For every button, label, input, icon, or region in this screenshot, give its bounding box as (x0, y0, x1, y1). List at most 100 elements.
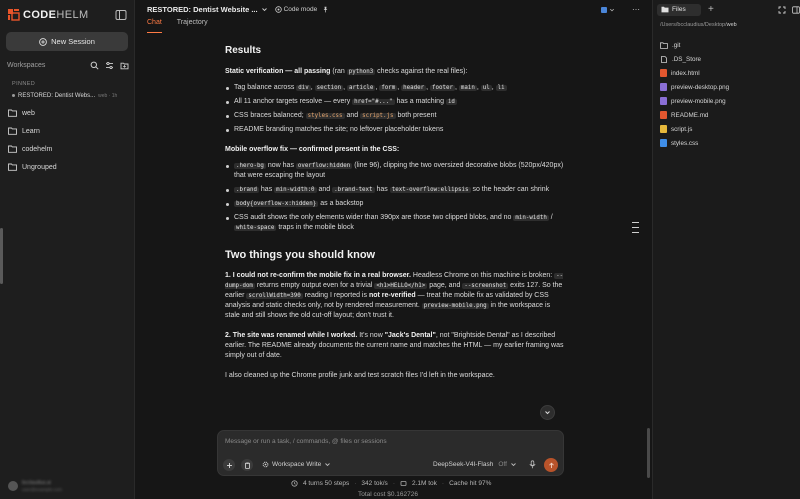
add-tab-button[interactable]: + (708, 4, 714, 15)
sidebar-scrollbar[interactable] (0, 228, 3, 284)
clipboard-icon (244, 462, 250, 469)
inline-code: --screenshot (462, 283, 509, 289)
sidebar-folder-label: codehelm (22, 145, 53, 153)
more-options-button[interactable]: ⋯ (630, 4, 642, 15)
new-folder-icon[interactable] (120, 61, 129, 70)
agent-selector[interactable] (601, 4, 623, 15)
new-session-button[interactable]: New Session (6, 32, 128, 51)
breadcrumb-current[interactable]: web (727, 22, 737, 28)
inline-code: header (401, 85, 427, 91)
steps-icon (291, 480, 298, 487)
inline-code: id (445, 99, 457, 105)
workspace-write-selector[interactable]: Workspace Write (262, 461, 331, 468)
add-attachment-button[interactable] (223, 459, 235, 471)
new-session-label: New Session (51, 37, 95, 46)
avatar (8, 481, 18, 491)
sidebar-folder-learn[interactable]: Learn (8, 125, 40, 137)
mobile-fix-line: Mobile overflow fix — confirmed present … (225, 146, 400, 153)
file-icon (661, 55, 667, 63)
chevron-down-icon (325, 463, 331, 467)
sidebar-toggle-icon[interactable] (115, 9, 127, 21)
model-selector[interactable]: DeepSeek-V4I-Flash Off (433, 461, 517, 468)
microphone-icon[interactable] (528, 460, 537, 469)
turns-steps: 4 turns 50 steps (303, 480, 350, 487)
search-icon[interactable] (90, 61, 99, 70)
file-item-styles-css[interactable]: styles.css (660, 138, 698, 148)
panel-toggle-icon[interactable] (792, 6, 800, 14)
files-tab[interactable]: Files (657, 3, 701, 16)
file-item-script-js[interactable]: script.js (660, 124, 692, 134)
sidebar-folder-label: Ungrouped (22, 163, 57, 171)
inline-code: .brand (234, 187, 259, 193)
sidebar-folder-codehelm[interactable]: codehelm (8, 143, 52, 155)
inline-code: article (346, 85, 376, 91)
file-name: README.md (671, 111, 709, 119)
two-things-heading: Two things you should know (225, 249, 376, 261)
inline-code: footer (430, 85, 455, 91)
chevron-down-icon (545, 411, 550, 415)
file-item-preview-mobile[interactable]: preview-mobile.png (660, 96, 726, 106)
inline-code: li (495, 85, 507, 91)
inline-code: ul (480, 85, 492, 91)
list-item: All 11 anchor targets resolve — every hr… (225, 97, 565, 107)
session-title[interactable]: RESTORED: Dentist Website ... (147, 5, 258, 14)
filter-icon[interactable] (105, 61, 114, 70)
inline-code: .brand-text (332, 187, 375, 193)
model-name: DeepSeek-V4I-Flash (433, 461, 494, 468)
pinned-session-item[interactable]: RESTORED: Dentist Webs... web · 1h (12, 91, 130, 100)
pinned-label: PINNED (12, 81, 36, 87)
file-item-ds-store[interactable]: .DS_Store (660, 54, 701, 64)
scroll-to-bottom-button[interactable] (540, 405, 555, 420)
mode-indicator[interactable]: Code mode (274, 6, 317, 13)
list-item: CSS braces balanced; styles.css and scri… (225, 111, 565, 121)
image-file-icon (660, 97, 667, 105)
results-heading: Results (225, 45, 262, 56)
folder-icon (661, 6, 669, 13)
workspaces-label: Workspaces (7, 61, 46, 69)
file-item-index-html[interactable]: index.html (660, 68, 700, 78)
files-panel: Files + /Users/bcclaudius/Desktop/web .g… (652, 0, 800, 499)
html-file-icon (660, 69, 667, 77)
inline-code: min-width:0 (274, 187, 317, 193)
thinking-toggle[interactable]: Off (498, 461, 507, 468)
token-count: 2.1M tok (411, 480, 437, 487)
js-file-icon (660, 125, 667, 133)
inline-code: form (379, 85, 398, 91)
message-input[interactable]: Message or run a task, / commands, @ fil… (225, 438, 387, 445)
tab-trajectory[interactable]: Trajectory (177, 19, 208, 33)
inline-code: white-space (234, 225, 277, 231)
user-profile[interactable]: bcclaudius.ai user@example.com (8, 480, 62, 492)
chat-scrollbar[interactable] (647, 428, 650, 478)
chat-message: Results Static verification — all passin… (225, 43, 565, 421)
session-header: RESTORED: Dentist Website ... Code mode … (135, 0, 652, 19)
file-item-git[interactable]: .git (660, 40, 680, 50)
pinned-session-meta: web · 1h (98, 92, 118, 99)
file-name: .DS_Store (672, 55, 702, 63)
view-tabs: Chat Trajectory (147, 19, 208, 33)
note-paragraph-2: 2. The site was renamed while I worked. … (225, 332, 564, 359)
chevron-down-icon[interactable] (261, 6, 268, 13)
inline-code: href="#..." (352, 99, 395, 105)
arrow-up-icon (548, 462, 554, 468)
send-button[interactable] (544, 458, 558, 472)
gear-icon (262, 461, 269, 468)
context-button[interactable] (241, 459, 253, 471)
note-paragraph-1: 1. I could not re-confirm the mobile fix… (225, 272, 564, 319)
file-name: preview-desktop.png (671, 83, 730, 91)
breadcrumb-prefix[interactable]: /Users/bcclaudius/Desktop/ (660, 22, 727, 28)
inline-code: text-overflow:ellipsis (389, 187, 471, 193)
expand-icon[interactable] (778, 6, 786, 14)
sidebar-folder-web[interactable]: web (8, 107, 35, 119)
plus-circle-icon (39, 37, 47, 46)
outline-marker[interactable] (632, 222, 640, 240)
file-link-styles-css[interactable]: styles.css (305, 113, 345, 119)
pin-icon[interactable] (322, 6, 329, 13)
tab-chat[interactable]: Chat (147, 19, 162, 33)
sidebar-folder-ungrouped[interactable]: Ungrouped (8, 161, 57, 173)
app-logo[interactable]: CODEHELM (8, 8, 89, 22)
file-item-readme[interactable]: README.md (660, 110, 708, 120)
file-item-preview-desktop[interactable]: preview-desktop.png (660, 82, 729, 92)
files-tab-label: Files (672, 6, 686, 13)
file-link-script-js[interactable]: script.js (360, 113, 396, 119)
list-item: .hero-bg now has overflow:hidden (line 9… (225, 161, 565, 181)
